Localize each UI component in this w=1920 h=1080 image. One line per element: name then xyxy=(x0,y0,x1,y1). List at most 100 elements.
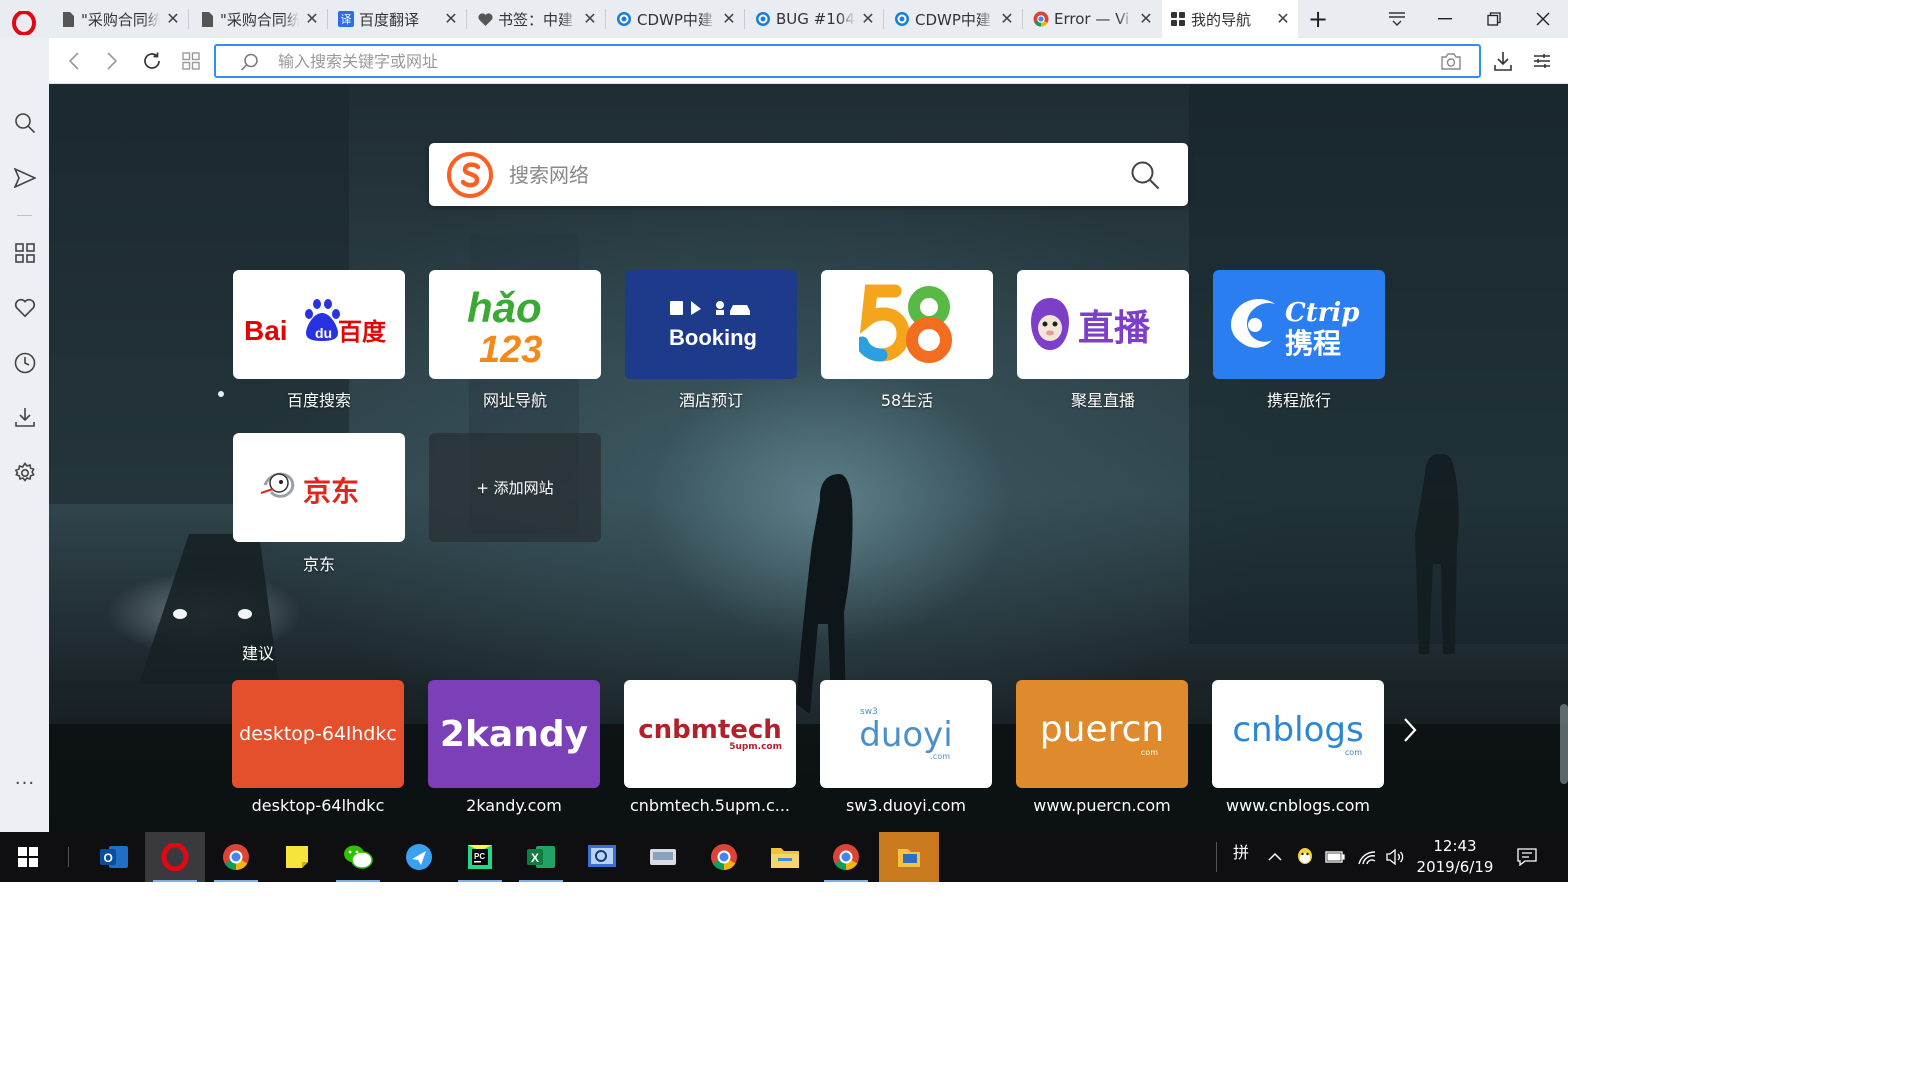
speed-dial-jd[interactable]: 京东 xyxy=(233,433,405,542)
sidebar-divider xyxy=(17,215,32,216)
volume-icon[interactable] xyxy=(1382,832,1408,882)
tab-title: "采购合同统 xyxy=(220,10,299,29)
speed-dial-booking[interactable]: Booking xyxy=(625,270,797,379)
close-tab-icon[interactable]: ✕ xyxy=(583,11,597,27)
reload-button[interactable] xyxy=(138,47,166,75)
close-tab-icon[interactable]: ✕ xyxy=(722,11,736,27)
address-bar[interactable] xyxy=(214,44,1481,78)
suggestion-tile-subtext: 5upm.com xyxy=(729,741,782,752)
speed-dial-icon[interactable] xyxy=(12,240,38,266)
forward-button[interactable] xyxy=(98,47,126,75)
image-viewer-icon[interactable] xyxy=(572,832,632,882)
clock-date: 2019/6/19 xyxy=(1416,858,1494,876)
scanner-icon[interactable] xyxy=(633,832,693,882)
suggestion-cnbmtech[interactable]: cnbmtech 5upm.com xyxy=(624,680,796,788)
tab-cdwp-1[interactable]: CDWP中建 ✕ xyxy=(608,0,744,38)
feishu-icon[interactable] xyxy=(389,832,449,882)
speed-dial-baidu[interactable]: du Bai 百度 xyxy=(233,270,405,379)
clock[interactable]: 12:43 2019/6/19 xyxy=(1412,836,1498,878)
battery-icon[interactable] xyxy=(1322,832,1348,882)
search-icon[interactable] xyxy=(12,110,38,136)
address-input[interactable] xyxy=(278,50,1378,72)
speed-dial-icon[interactable] xyxy=(177,47,205,75)
search-icon[interactable] xyxy=(1130,160,1160,194)
heart-icon[interactable] xyxy=(12,295,38,321)
speed-dial-page: du Bai 百度 百度搜索 hǎo 123 网址导航 Booking 酒店预订… xyxy=(49,84,1568,832)
close-tab-icon[interactable]: ✕ xyxy=(305,11,319,27)
opera-menu-icon[interactable] xyxy=(10,9,38,37)
new-tab-button[interactable]: + xyxy=(1298,0,1338,38)
suggestion-duoyi[interactable]: sw3 duoyi .com xyxy=(820,680,992,788)
pinned-app-icon[interactable] xyxy=(879,832,939,882)
excel-icon[interactable]: X xyxy=(511,832,571,882)
suggestion-2kandy[interactable]: 2kandy xyxy=(428,680,600,788)
speed-dial-ctrip[interactable]: Ctrip 携程 xyxy=(1213,270,1385,379)
web-search-box[interactable] xyxy=(429,143,1188,206)
grid-icon xyxy=(1170,11,1186,27)
tab-menu-icon[interactable] xyxy=(1374,0,1420,38)
outlook-icon[interactable]: O xyxy=(84,832,144,882)
scrollbar[interactable] xyxy=(1560,704,1568,784)
notification-center-icon[interactable] xyxy=(1512,832,1542,882)
document-icon xyxy=(199,11,215,27)
send-icon[interactable] xyxy=(12,165,38,191)
add-site-button[interactable]: + 添加网站 xyxy=(429,433,601,542)
suggestion-desktop[interactable]: desktop-64lhdkc xyxy=(232,680,404,788)
web-search-input[interactable] xyxy=(509,160,1089,190)
windows-start-icon[interactable] xyxy=(0,832,56,882)
speed-dial-hao123[interactable]: hǎo 123 xyxy=(429,270,601,379)
suggestions-next-icon[interactable] xyxy=(1395,710,1425,750)
close-tab-icon[interactable]: ✕ xyxy=(1000,11,1014,27)
show-hidden-icons-icon[interactable] xyxy=(1264,832,1286,882)
chrome-icon[interactable] xyxy=(816,832,876,882)
minimize-button[interactable] xyxy=(1422,0,1468,38)
close-tab-icon[interactable]: ✕ xyxy=(1276,11,1290,27)
chrome-icon[interactable] xyxy=(206,832,266,882)
tab-purchase-contract-1[interactable]: "采购合同统 ✕ xyxy=(52,0,188,38)
close-tab-icon[interactable]: ✕ xyxy=(444,11,458,27)
tab-title: 我的导航 xyxy=(1191,10,1252,29)
tab-title: Error — Vi xyxy=(1054,10,1130,28)
back-button[interactable] xyxy=(60,47,88,75)
close-window-button[interactable] xyxy=(1520,0,1566,38)
tab-baidu-translate[interactable]: 译 百度翻译 ✕ xyxy=(330,0,466,38)
qq-icon[interactable] xyxy=(1292,832,1318,882)
wechat-icon[interactable] xyxy=(328,832,388,882)
tab-purchase-contract-2[interactable]: "采购合同统 ✕ xyxy=(191,0,327,38)
chrome-icon[interactable] xyxy=(694,832,754,882)
close-tab-icon[interactable]: ✕ xyxy=(166,11,180,27)
taskbar-divider xyxy=(68,847,69,867)
speed-dial-58[interactable] xyxy=(821,270,993,379)
suggestion-cnblogs[interactable]: cnblogs com xyxy=(1212,680,1384,788)
opera-icon[interactable] xyxy=(145,832,205,882)
more-icon[interactable]: ··· xyxy=(12,770,38,796)
close-tab-icon[interactable]: ✕ xyxy=(861,11,875,27)
close-tab-icon[interactable]: ✕ xyxy=(1139,11,1153,27)
clock-time: 12:43 xyxy=(1433,837,1477,855)
add-site-label: + 添加网站 xyxy=(476,479,554,497)
file-explorer-icon[interactable] xyxy=(755,832,815,882)
camera-icon[interactable] xyxy=(1441,53,1461,74)
settings-menu-icon[interactable] xyxy=(1528,47,1556,75)
tab-bug[interactable]: BUG #104 ✕ xyxy=(747,0,883,38)
svg-text:PC: PC xyxy=(474,852,485,861)
sticky-notes-icon[interactable] xyxy=(267,832,327,882)
ime-indicator[interactable]: 拼 xyxy=(1228,826,1254,876)
tab-my-navigation[interactable]: 我的导航 ✕ xyxy=(1162,0,1298,38)
speed-dial-juxing-live[interactable]: 直播 xyxy=(1017,270,1189,379)
speed-dial-label: 京东 xyxy=(302,555,335,574)
booking-logo-icon: Booking xyxy=(669,300,757,350)
download-icon[interactable] xyxy=(1489,47,1517,75)
restore-button[interactable] xyxy=(1471,0,1517,38)
suggestion-tile-text: cnblogs xyxy=(1232,710,1364,750)
tab-bookmarks[interactable]: 书签：中建 ✕ xyxy=(469,0,605,38)
hao123-logo-icon: hǎo 123 xyxy=(467,284,542,368)
gear-icon[interactable] xyxy=(12,460,38,486)
suggestion-puercn[interactable]: puercn com xyxy=(1016,680,1188,788)
tab-cdwp-2[interactable]: CDWP中建 ✕ xyxy=(886,0,1022,38)
history-icon[interactable] xyxy=(12,350,38,376)
download-icon[interactable] xyxy=(12,404,38,430)
wifi-icon[interactable] xyxy=(1354,832,1380,882)
pycharm-icon[interactable]: PC xyxy=(450,832,510,882)
tab-error[interactable]: Error — Vi ✕ xyxy=(1025,0,1161,38)
